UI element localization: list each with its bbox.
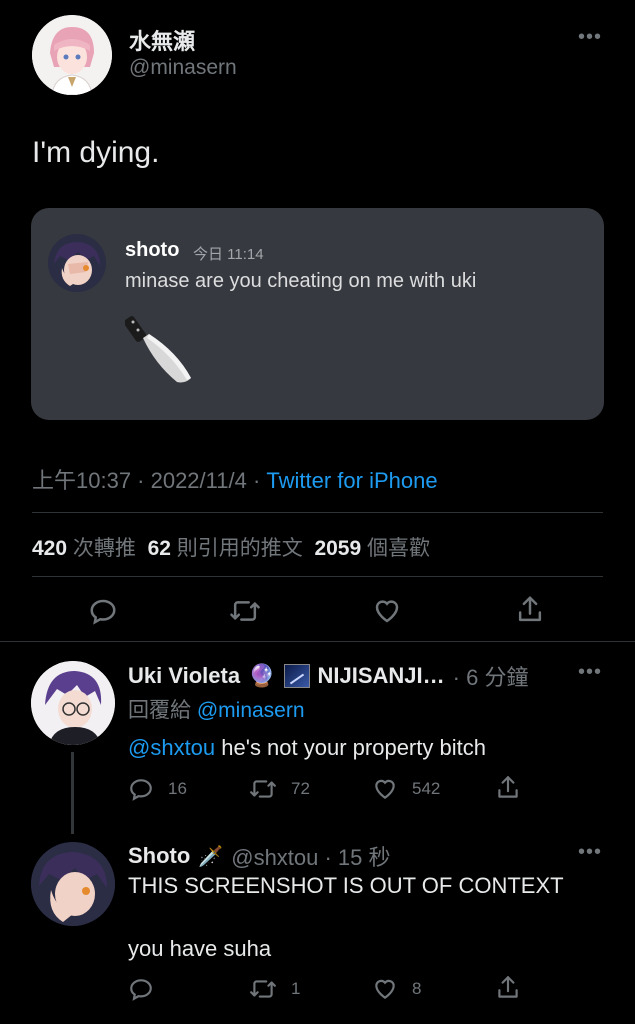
heart-icon: [375, 600, 399, 623]
retweet-button[interactable]: 72: [249, 776, 310, 802]
author-display-name[interactable]: 水無瀬: [129, 24, 195, 56]
reply-to-handle[interactable]: @minasern: [197, 699, 305, 722]
sword-icon: 🗡️: [198, 845, 224, 868]
like-count: 8: [412, 979, 422, 998]
reply-to: 回覆給 @minasern: [128, 694, 305, 724]
heart-icon: [375, 779, 395, 799]
retweets-count: 420: [32, 537, 68, 560]
section-divider: [0, 641, 635, 642]
reply-count: 16: [168, 779, 187, 798]
reply-time[interactable]: · 6 分鐘: [453, 660, 529, 692]
reply-header-uki: Uki Violeta 🔮 NIJISANJI… · 6 分鐘: [128, 660, 528, 692]
reply-icon: [130, 779, 152, 801]
reply-handle-time[interactable]: @shxtou · 15 秒: [231, 840, 390, 872]
likes-stat[interactable]: 2059 個喜歡: [314, 537, 430, 560]
retweet-icon: [250, 780, 276, 798]
quotes-label: 則引用的推文: [176, 537, 303, 560]
tweet-source-link[interactable]: Twitter for iPhone: [266, 468, 437, 493]
embedded-message-card[interactable]: shoto 今日 11:14 minase are you cheating o…: [31, 208, 604, 420]
divider: [32, 512, 603, 513]
crystal-ball-icon: 🔮: [248, 663, 276, 688]
reply-button[interactable]: [128, 976, 168, 1002]
more-icon[interactable]: •••: [578, 27, 602, 47]
reply-button[interactable]: 16: [128, 776, 187, 802]
reply-org-name[interactable]: NIJISANJI…: [318, 663, 445, 689]
heart-icon: [375, 979, 395, 999]
more-icon[interactable]: •••: [578, 662, 602, 682]
thread-line: [71, 752, 74, 834]
share-button[interactable]: [495, 974, 521, 1007]
like-button[interactable]: 542: [372, 776, 440, 802]
reply-display-name[interactable]: Uki Violeta: [128, 663, 240, 689]
reply-icon: [130, 979, 152, 1001]
retweets-label: 次轉推: [72, 537, 136, 560]
reply-button[interactable]: [88, 596, 118, 631]
reply-avatar-uki[interactable]: [31, 661, 115, 745]
share-button[interactable]: [515, 594, 545, 631]
tweet-text: I'm dying.: [32, 136, 160, 169]
reply-display-name[interactable]: Shoto: [128, 843, 190, 869]
retweet-button[interactable]: 1: [249, 976, 300, 1002]
like-button[interactable]: [372, 596, 402, 631]
share-icon: [498, 976, 518, 998]
mention-link[interactable]: @shxtou: [128, 735, 215, 760]
tweet-timestamp: 上午10:37 · 2022/11/4 · Twitter for iPhone: [32, 463, 438, 495]
reply-to-label: 回覆給: [128, 699, 197, 722]
reply-body: he's not your property bitch: [215, 735, 486, 760]
tweet-time: 上午10:37 · 2022/11/4 ·: [32, 468, 267, 493]
reply-text-line1: THIS SCREENSHOT IS OUT OF CONTEXT: [128, 873, 564, 898]
likes-label: 個喜歡: [367, 537, 430, 560]
share-icon: [518, 596, 542, 622]
embed-message-text: minase are you cheating on me with uki: [125, 270, 477, 292]
quotes-count: 62: [147, 537, 171, 560]
reply-icon: [90, 599, 116, 625]
reply-avatar-shoto[interactable]: [31, 842, 115, 926]
retweet-icon: [230, 601, 260, 621]
more-icon[interactable]: •••: [578, 842, 602, 862]
retweet-count: 1: [291, 979, 301, 998]
embed-avatar: [48, 234, 106, 292]
tweet-stats: 420 次轉推 62 則引用的推文 2059 個喜歡: [32, 532, 430, 562]
divider: [32, 576, 603, 577]
reply-header-shoto: Shoto 🗡️ @shxtou · 15 秒: [128, 840, 391, 872]
share-icon: [498, 776, 518, 798]
like-button[interactable]: 8: [372, 976, 421, 1002]
likes-count: 2059: [314, 537, 362, 560]
embed-timestamp: 今日 11:14: [193, 246, 264, 263]
author-handle[interactable]: @minasern: [129, 56, 237, 80]
retweet-button[interactable]: [229, 596, 261, 631]
reply-text-line2: you have suha: [128, 936, 272, 961]
like-count: 542: [412, 779, 441, 798]
retweets-stat[interactable]: 420 次轉推: [32, 537, 136, 560]
knife-emoji: [123, 312, 195, 391]
retweet-count: 72: [291, 779, 310, 798]
retweet-icon: [250, 980, 276, 998]
author-avatar[interactable]: [32, 15, 112, 95]
quotes-stat[interactable]: 62 則引用的推文: [148, 537, 303, 560]
galaxy-icon: [283, 664, 310, 688]
reply-text-uki: @shxtou he's not your property bitch: [128, 735, 486, 761]
share-button[interactable]: [495, 774, 521, 807]
embed-username: shoto: [125, 239, 180, 261]
